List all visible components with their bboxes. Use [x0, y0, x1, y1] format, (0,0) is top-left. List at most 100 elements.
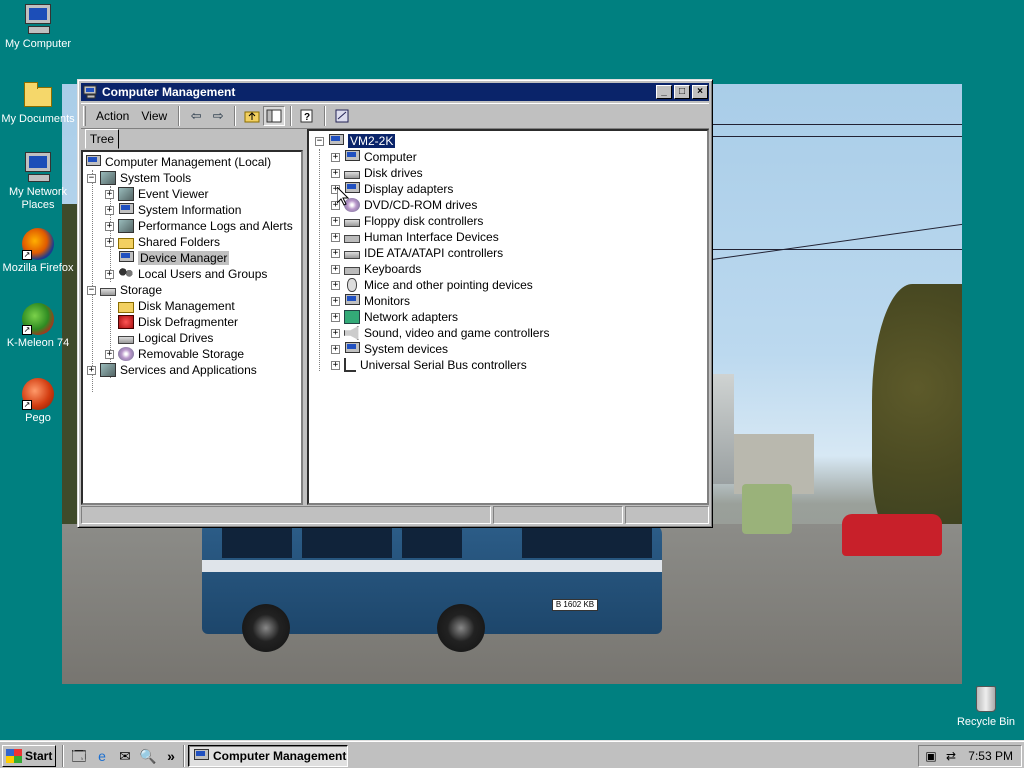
device-category-floppy[interactable]: + Floppy disk controllers — [331, 213, 483, 229]
pc-icon — [344, 150, 360, 164]
device-category-sound[interactable]: + Sound, video and game controllers — [331, 325, 549, 341]
computer-management-icon — [83, 85, 99, 99]
expand-toggle[interactable]: + — [105, 269, 114, 279]
expand-toggle[interactable]: + — [331, 168, 340, 178]
tree-item-disk-defragmenter[interactable]: Disk Defragmenter — [105, 314, 238, 330]
tree-item-local-users-groups[interactable]: + Local Users and Groups — [105, 266, 267, 282]
status-cell-3 — [625, 506, 709, 524]
show-hide-tree-button[interactable] — [263, 106, 286, 126]
device-category-dvd-cdrom[interactable]: + DVD/CD-ROM drives — [331, 197, 477, 213]
device-tree-root[interactable]: − VM2-2K — [315, 133, 397, 149]
clock[interactable]: 7:53 PM — [968, 749, 1013, 763]
tree-item-services-applications[interactable]: + Services and Applications — [87, 362, 257, 378]
tree-item-event-viewer[interactable]: + Event Viewer — [105, 186, 208, 202]
left-tree-pane[interactable]: Computer Management (Local) − System Too… — [81, 150, 303, 505]
minimize-button[interactable]: _ — [656, 85, 672, 99]
device-category-hid[interactable]: + Human Interface Devices — [331, 229, 499, 245]
desktop-icon-my-network-places[interactable]: My Network Places — [0, 152, 76, 212]
help-button[interactable]: ? — [297, 106, 319, 126]
device-category-label: Display adapters — [364, 182, 454, 196]
expand-toggle[interactable]: + — [331, 232, 340, 242]
collapse-toggle[interactable]: − — [315, 136, 324, 146]
toolbar-grip[interactable] — [83, 106, 86, 126]
device-category-usb[interactable]: + Universal Serial Bus controllers — [331, 357, 527, 373]
device-category-keyboards[interactable]: + Keyboards — [331, 261, 421, 277]
device-category-monitors[interactable]: + Monitors — [331, 293, 410, 309]
taskbar-button-computer-management[interactable]: Computer Management — [188, 745, 348, 767]
desktop-icon-pego[interactable]: ↗ Pego — [0, 378, 76, 425]
device-manager-pane[interactable]: − VM2-2K + Computer + Disk drives + Disp… — [307, 129, 709, 505]
maximize-button[interactable]: □ — [674, 85, 690, 99]
tree-item-device-manager[interactable]: Device Manager — [105, 250, 230, 266]
tree-item-disk-management[interactable]: Disk Management — [105, 298, 235, 314]
desktop-icon-mozilla-firefox[interactable]: ↗ Mozilla Firefox — [0, 228, 76, 275]
tree-item-system-tools[interactable]: − System Tools — [87, 170, 191, 186]
expand-toggle[interactable]: + — [331, 216, 340, 226]
collapse-toggle[interactable]: − — [87, 173, 96, 183]
expand-toggle[interactable]: + — [331, 248, 340, 258]
expand-toggle[interactable]: + — [105, 221, 114, 231]
tree-item-computer-management-local[interactable]: Computer Management (Local) — [85, 154, 271, 170]
device-category-mice[interactable]: + Mice and other pointing devices — [331, 277, 533, 293]
computer-management-window[interactable]: Computer Management _ □ × Action View ⇦ … — [77, 79, 713, 528]
desktop-icon-my-computer[interactable]: My Computer — [0, 4, 76, 51]
tree-item-removable-storage[interactable]: + Removable Storage — [105, 346, 244, 362]
outlook-express-icon[interactable]: ✉ — [116, 747, 134, 765]
desktop-icon-recycle-bin[interactable]: Recycle Bin — [948, 682, 1024, 729]
expand-toggle[interactable]: + — [331, 280, 340, 290]
tree-item-label: System Tools — [120, 171, 192, 185]
device-category-label: Floppy disk controllers — [364, 214, 484, 228]
help-icon: ? — [300, 109, 313, 123]
device-category-disk-drives[interactable]: + Disk drives — [331, 165, 423, 181]
tree-item-label: System Information — [138, 203, 242, 217]
expand-toggle[interactable]: + — [331, 312, 340, 322]
tree-item-storage[interactable]: − Storage — [87, 282, 162, 298]
start-button[interactable]: Start — [2, 745, 56, 767]
expand-toggle[interactable]: + — [87, 365, 96, 375]
expand-toggle[interactable]: + — [105, 349, 114, 359]
expand-toggle[interactable]: + — [331, 296, 340, 306]
hid-icon — [344, 235, 360, 243]
quicklaunch-more-button[interactable]: » — [162, 747, 180, 765]
expand-toggle[interactable]: + — [105, 205, 114, 215]
tree-item-shared-folders[interactable]: + Shared Folders — [105, 234, 220, 250]
network-tray-icon[interactable]: ⇄ — [943, 748, 959, 764]
tab-tree[interactable]: Tree — [85, 129, 119, 149]
tree-item-system-information[interactable]: + System Information — [105, 202, 241, 218]
expand-toggle[interactable]: + — [105, 189, 114, 199]
menu-action[interactable]: Action — [90, 107, 135, 125]
search-icon[interactable]: 🔍 — [139, 747, 157, 765]
tree-item-logical-drives[interactable]: Logical Drives — [105, 330, 213, 346]
expand-toggle[interactable]: + — [105, 237, 114, 247]
tray-app-icon[interactable]: ▣ — [923, 748, 939, 764]
expand-toggle[interactable]: + — [331, 344, 340, 354]
device-category-label: Monitors — [364, 294, 411, 308]
event-viewer-icon — [118, 187, 134, 201]
device-category-network-adapters[interactable]: + Network adapters — [331, 309, 458, 325]
device-category-computer[interactable]: + Computer — [331, 149, 417, 165]
close-button[interactable]: × — [692, 85, 708, 99]
expand-toggle[interactable]: + — [331, 152, 340, 162]
internet-explorer-icon[interactable]: e — [93, 747, 111, 765]
window-titlebar[interactable]: Computer Management _ □ × — [81, 83, 709, 101]
device-category-display-adapters[interactable]: + Display adapters — [331, 181, 453, 197]
device-category-system-devices[interactable]: + System devices — [331, 341, 448, 357]
menu-view[interactable]: View — [135, 107, 173, 125]
expand-toggle[interactable]: + — [331, 264, 340, 274]
tree-item-performance-logs[interactable]: + Performance Logs and Alerts — [105, 218, 293, 234]
collapse-toggle[interactable]: − — [87, 285, 96, 295]
up-one-level-button[interactable] — [241, 106, 263, 126]
device-category-label: IDE ATA/ATAPI controllers — [364, 246, 504, 260]
show-desktop-icon[interactable]: 🗔 — [70, 747, 88, 765]
forward-button[interactable]: ⇨ — [207, 106, 229, 126]
desktop-icon-k-meleon[interactable]: ↗ K-Meleon 74 — [0, 303, 76, 350]
expand-toggle[interactable]: + — [331, 360, 340, 370]
device-category-ide[interactable]: + IDE ATA/ATAPI controllers — [331, 245, 503, 261]
tree-item-label: Storage — [120, 283, 163, 297]
desktop-icon-my-documents[interactable]: My Documents — [0, 79, 76, 126]
properties-button[interactable] — [331, 106, 353, 126]
tree-item-label: Shared Folders — [138, 235, 221, 249]
back-button[interactable]: ⇦ — [185, 106, 207, 126]
expand-toggle[interactable]: + — [331, 328, 340, 338]
